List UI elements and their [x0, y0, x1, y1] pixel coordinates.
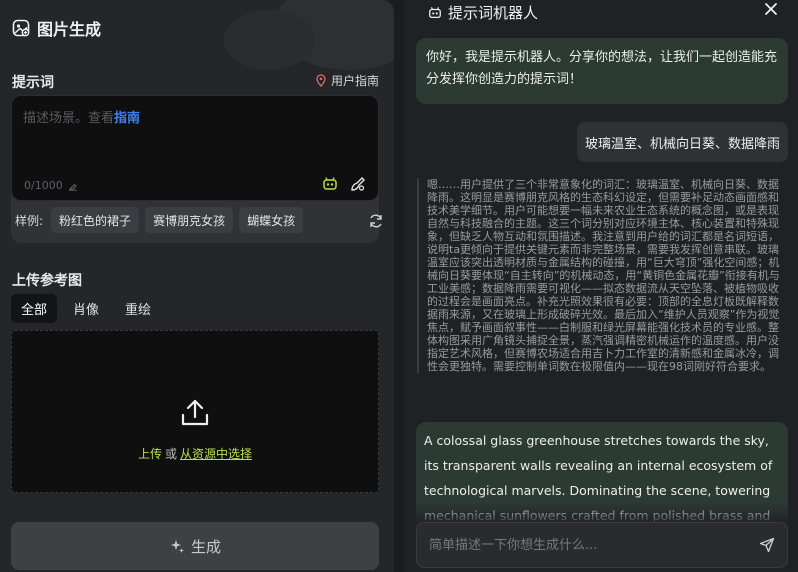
upload-icon — [179, 397, 211, 429]
app-root: 图片生成 提示词 用户指南 描述场景。查看指南 0/1000 样例: 粉红色的裙… — [0, 0, 798, 572]
generate-label: 生成 — [190, 537, 221, 556]
chat-input-bar — [416, 522, 788, 568]
magic-brush-icon[interactable] — [350, 176, 366, 192]
sample-chip[interactable]: 蝴蝶女孩 — [239, 207, 304, 233]
tab-portrait[interactable]: 肖像 — [63, 294, 109, 323]
placeholder-text: 描述场景。查看 — [23, 111, 115, 126]
bot-title: 提示词机器人 — [448, 4, 539, 22]
prompt-robot-icon[interactable] — [322, 176, 338, 192]
sample-chip[interactable]: 粉红色的裙子 — [51, 207, 140, 233]
prompt-bot-panel: 提示词机器人 你好，我是提示机器人。分享你的想法，让我们一起创造能充分发挥你创造… — [404, 0, 798, 572]
generate-button[interactable]: 生成 — [11, 522, 379, 570]
image-generate-icon — [12, 19, 30, 37]
sparkle-icon — [169, 538, 185, 554]
eraser-icon[interactable] — [68, 181, 78, 191]
panel-title: 图片生成 — [37, 20, 102, 39]
upload-tabs: 全部 肖像 重绘 — [11, 294, 161, 323]
prompt-section-label: 提示词 — [12, 75, 54, 91]
send-icon[interactable] — [759, 537, 775, 553]
user-guide-link[interactable]: 用户指南 — [316, 72, 379, 89]
guide-link[interactable]: 指南 — [114, 111, 140, 126]
prompt-placeholder: 描述场景。查看指南 — [23, 107, 140, 126]
refresh-icon[interactable] — [368, 213, 384, 229]
upload-instructions: 上传或从资源中选择 — [12, 445, 378, 462]
chat-input[interactable] — [429, 535, 749, 555]
sample-chip[interactable]: 赛博朋克女孩 — [145, 207, 234, 233]
user-guide-label: 用户指南 — [330, 74, 379, 88]
bot-thinking-text: 嗯……用户提供了三个非常意象化的词汇：玻璃温室、机械向日葵、数据降雨。这明显是赛… — [417, 178, 789, 373]
sample-prompts: 样例: 粉红色的裙子 赛博朋克女孩 蝴蝶女孩 — [15, 207, 304, 233]
samples-label: 样例: — [15, 213, 44, 228]
upload-dropzone[interactable]: 上传或从资源中选择 — [11, 330, 379, 493]
prompt-textarea[interactable]: 描述场景。查看指南 0/1000 — [11, 95, 379, 201]
english-prompt-text: A colossal glass greenhouse stretches to… — [424, 433, 773, 523]
robot-icon — [428, 6, 442, 20]
tab-all[interactable]: 全部 — [11, 294, 58, 323]
tab-redraw[interactable]: 重绘 — [115, 294, 161, 323]
user-message: 玻璃温室、机械向日葵、数据降雨 — [576, 122, 788, 162]
image-generation-panel: 图片生成 提示词 用户指南 描述场景。查看指南 0/1000 样例: 粉红色的裙… — [0, 0, 394, 572]
char-count-text: 0/1000 — [24, 179, 63, 192]
bot-header: 提示词机器人 — [428, 2, 538, 23]
bot-greeting-message: 你好，我是提示机器人。分享你的想法，让我们一起创造能充分发挥你创造力的提示词！ — [416, 38, 788, 104]
select-from-resources-link[interactable]: 从资源中选择 — [180, 447, 252, 461]
or-text: 或 — [164, 447, 177, 461]
bot-prompt-result: A colossal glass greenhouse stretches to… — [416, 422, 788, 524]
header-decoration — [224, 10, 314, 70]
char-counter: 0/1000 — [24, 179, 78, 192]
upload-link[interactable]: 上传 — [138, 447, 162, 461]
upload-section-label: 上传参考图 — [12, 273, 82, 289]
panel-header: 图片生成 — [12, 16, 101, 40]
location-pin-icon — [316, 74, 326, 87]
close-icon[interactable] — [764, 2, 778, 16]
